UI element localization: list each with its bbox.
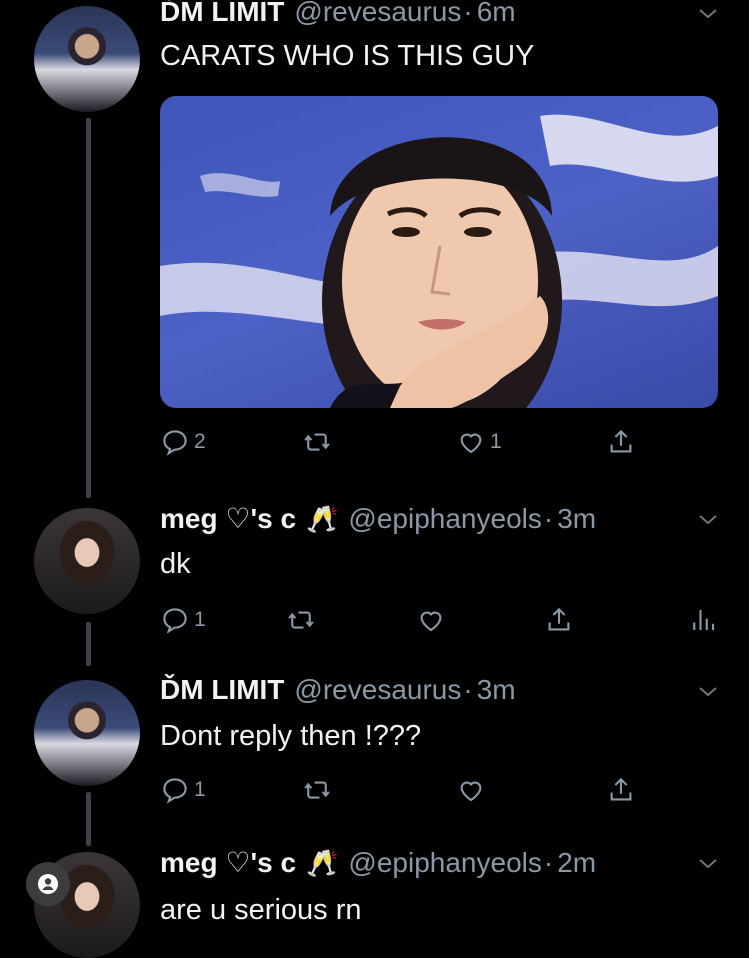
heart-icon — [460, 433, 482, 454]
reply-icon — [163, 778, 187, 804]
tweet-header: meg ♡'s c 🥂 @epiphanyeols · 2m — [160, 846, 596, 879]
handle[interactable]: @revesaurus — [294, 0, 461, 28]
like-count: 1 — [490, 430, 502, 453]
separator: · — [543, 847, 554, 878]
like-button[interactable]: 1 — [456, 422, 502, 462]
tweet[interactable]: ĎM LIMIT @revesaurus · 3m Dont reply the… — [0, 666, 749, 836]
retweet-icon — [304, 433, 330, 451]
like-button[interactable] — [416, 600, 446, 640]
handle[interactable]: @epiphanyeols — [348, 503, 541, 535]
reply-button[interactable]: 2 — [160, 422, 206, 462]
display-name[interactable]: ĎM LIMIT — [160, 674, 284, 706]
tweet-image[interactable] — [160, 96, 718, 408]
tweet[interactable]: meg ♡'s c 🥂 @epiphanyeols · 2m are u ser… — [0, 846, 749, 958]
profile-button[interactable] — [26, 862, 70, 906]
timestamp[interactable]: 2m — [557, 847, 596, 879]
display-name[interactable]: meg ♡'s c — [160, 502, 296, 535]
retweet-icon — [288, 611, 314, 629]
like-button[interactable] — [456, 770, 486, 810]
display-name[interactable]: ĎM LIMIT — [160, 0, 284, 28]
chevron-down-icon[interactable] — [696, 852, 720, 876]
share-button[interactable] — [544, 600, 574, 640]
reply-icon — [163, 430, 187, 456]
reply-button[interactable]: 1 — [160, 770, 206, 810]
champagne-emoji: 🥂 — [306, 848, 339, 878]
avatar[interactable] — [34, 508, 140, 614]
reply-count: 1 — [194, 608, 206, 631]
heart-icon — [420, 611, 442, 632]
share-button[interactable] — [606, 422, 636, 462]
analytics-icon — [693, 610, 715, 630]
share-icon — [548, 607, 570, 631]
profile-icon — [38, 874, 58, 894]
tweet-text: CARATS WHO IS THIS GUY — [160, 40, 535, 72]
separator: · — [463, 0, 473, 27]
separator: · — [543, 503, 554, 534]
tweet-header: ĎM LIMIT @revesaurus · 3m — [160, 674, 516, 706]
tweet-actions: 1 — [160, 770, 720, 810]
timestamp[interactable]: 3m — [557, 503, 596, 535]
timestamp[interactable]: 6m — [477, 0, 516, 28]
tweet[interactable]: meg ♡'s c 🥂 @epiphanyeols · 3m dk 1 — [0, 496, 749, 656]
share-icon — [610, 429, 632, 453]
tweet-actions: 1 — [160, 600, 720, 640]
tweet-text: dk — [160, 548, 191, 580]
analytics-button[interactable] — [688, 600, 718, 640]
chevron-down-icon[interactable] — [696, 508, 720, 532]
heart-icon — [460, 781, 482, 802]
share-icon — [610, 777, 632, 801]
handle[interactable]: @epiphanyeols — [348, 847, 541, 879]
share-button[interactable] — [606, 770, 636, 810]
tweet[interactable]: ĎM LIMIT @revesaurus · 6m CARATS WHO IS … — [0, 0, 749, 490]
chevron-down-icon[interactable] — [696, 680, 720, 704]
reply-count: 2 — [194, 430, 206, 453]
avatar[interactable] — [34, 680, 140, 786]
avatar[interactable] — [34, 6, 140, 112]
retweet-button[interactable] — [286, 600, 316, 640]
tweet-text: Dont reply then !??? — [160, 720, 422, 752]
chevron-down-icon[interactable] — [696, 2, 720, 26]
reply-button[interactable]: 1 — [160, 600, 206, 640]
separator: · — [463, 674, 473, 705]
tweet-text: are u serious rn — [160, 894, 362, 926]
portrait-image — [160, 114, 718, 408]
retweet-button[interactable] — [302, 422, 336, 462]
reply-count: 1 — [194, 778, 206, 801]
tweet-header: meg ♡'s c 🥂 @epiphanyeols · 3m — [160, 502, 596, 535]
tweet-header: ĎM LIMIT @revesaurus · 6m — [160, 0, 516, 28]
handle[interactable]: @revesaurus — [294, 674, 461, 706]
display-name[interactable]: meg ♡'s c — [160, 846, 296, 879]
retweet-button[interactable] — [302, 770, 332, 810]
reply-icon — [163, 608, 187, 634]
champagne-emoji: 🥂 — [306, 504, 339, 534]
retweet-icon — [304, 781, 330, 799]
tweet-actions: 2 1 — [160, 422, 720, 462]
timestamp[interactable]: 3m — [477, 674, 516, 706]
